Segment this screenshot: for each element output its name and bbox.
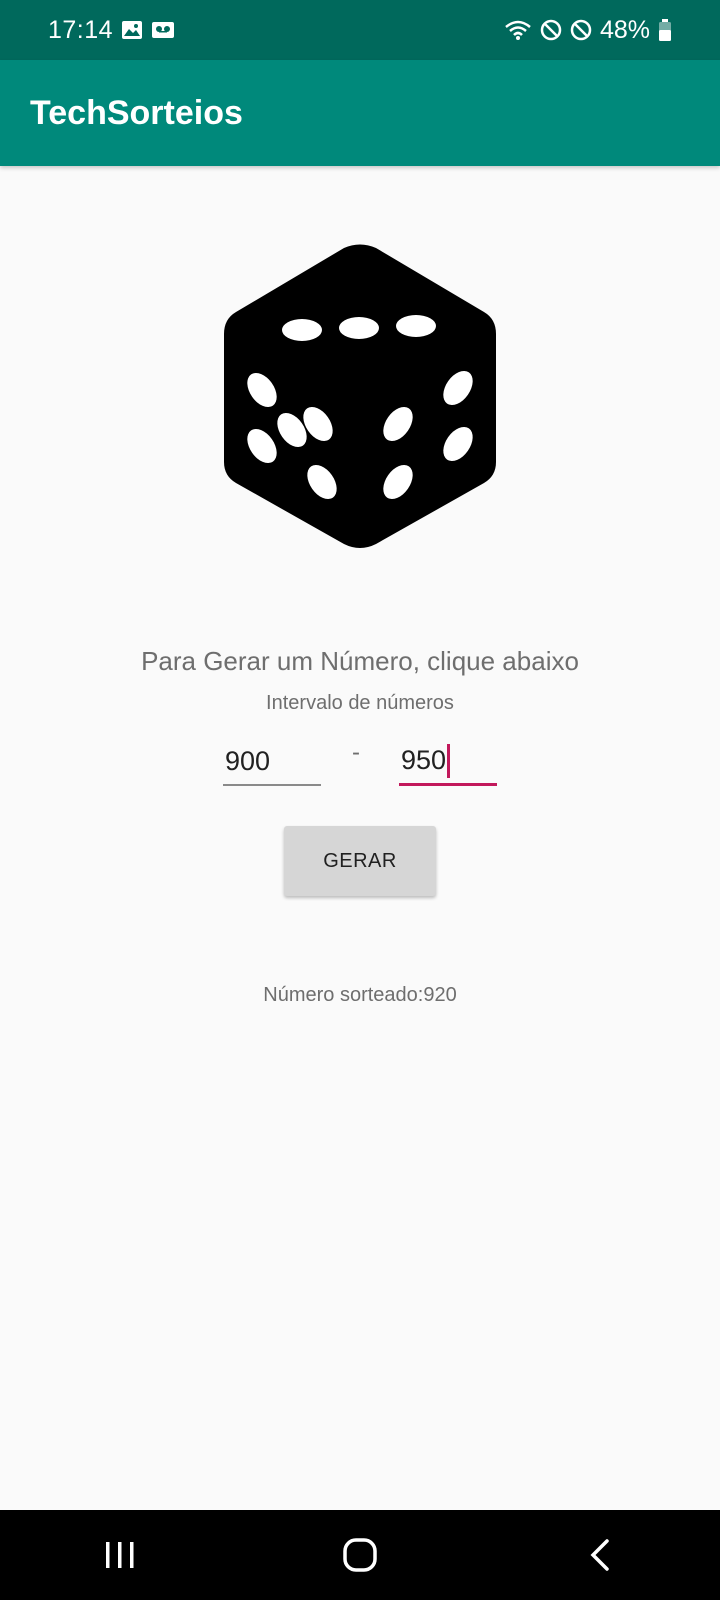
max-number-input[interactable]: 950 bbox=[399, 738, 497, 786]
range-separator: - bbox=[352, 739, 360, 766]
result-text: Número sorteado:920 bbox=[263, 984, 457, 1006]
recent-apps-icon[interactable] bbox=[80, 1525, 160, 1585]
status-time: 17:14 bbox=[48, 15, 114, 44]
do-not-disturb-icon bbox=[540, 19, 562, 41]
text-cursor bbox=[447, 743, 451, 778]
min-number-input[interactable]: 900 bbox=[223, 738, 321, 786]
status-right: 48% bbox=[504, 16, 672, 45]
gerar-button[interactable]: GERAR bbox=[284, 826, 436, 896]
navigation-bar bbox=[0, 1510, 720, 1600]
status-left: 17:14 bbox=[48, 16, 175, 45]
gallery-icon bbox=[121, 20, 143, 40]
back-icon[interactable] bbox=[560, 1525, 640, 1585]
min-number-value: 900 bbox=[225, 745, 271, 776]
main-content: Para Gerar um Número, clique abaixo Inte… bbox=[0, 166, 720, 1510]
range-label: Intervalo de números bbox=[266, 692, 454, 714]
status-bar: 17:14 48% bbox=[0, 0, 720, 60]
home-icon[interactable] bbox=[320, 1525, 400, 1585]
battery-percent: 48% bbox=[599, 15, 650, 44]
instruction-text: Para Gerar um Número, clique abaixo bbox=[141, 646, 579, 676]
voicemail-icon bbox=[151, 20, 175, 40]
dice-icon bbox=[224, 244, 496, 548]
blocked-icon bbox=[570, 19, 592, 41]
battery-icon bbox=[658, 18, 672, 42]
wifi-icon bbox=[504, 19, 532, 41]
max-number-value: 950 bbox=[401, 745, 447, 775]
app-bar: TechSorteios bbox=[0, 60, 720, 166]
app-title: TechSorteios bbox=[30, 93, 243, 132]
